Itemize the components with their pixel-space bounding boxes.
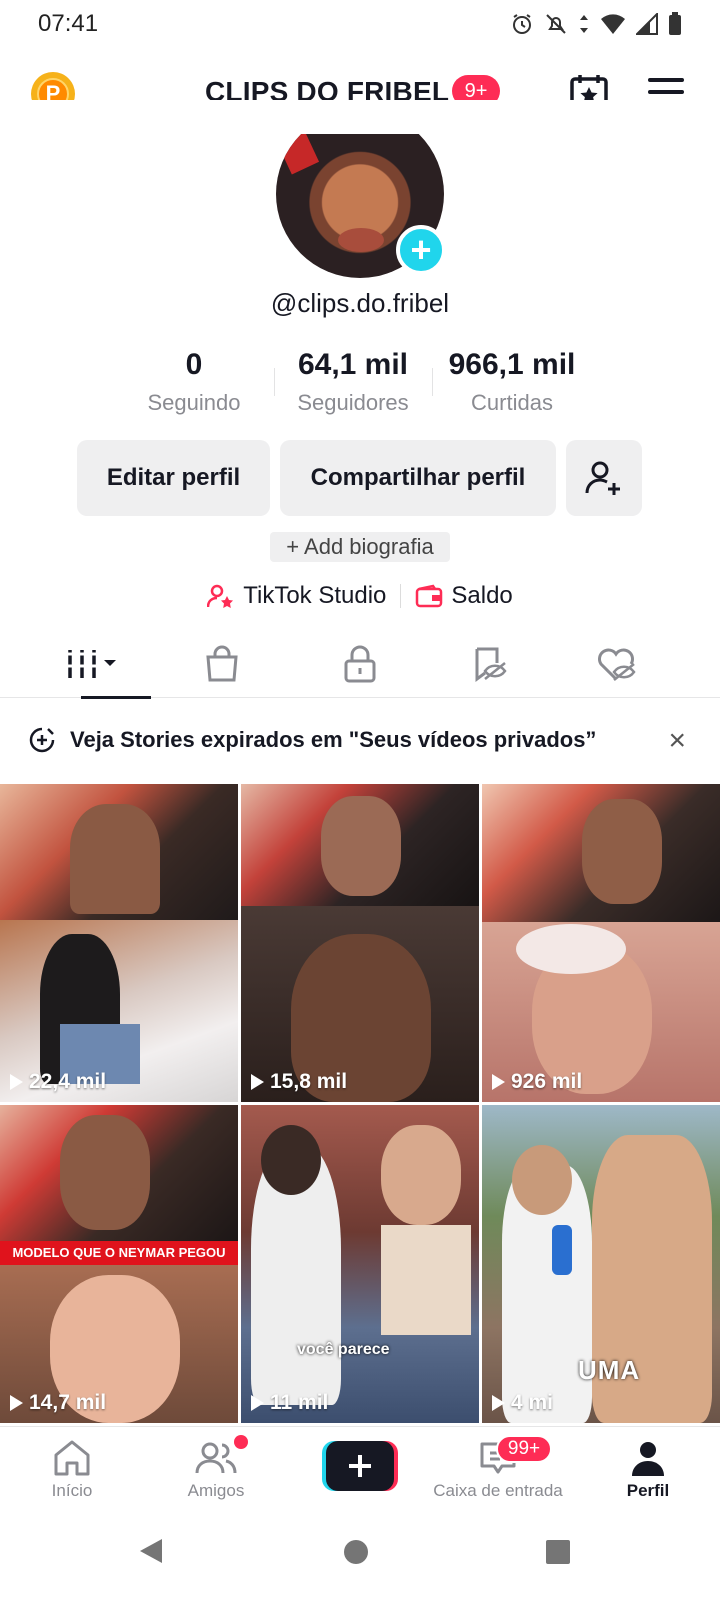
tab-private[interactable] [288,630,432,698]
tab-videos[interactable] [22,630,166,699]
videos-grid-icon [68,650,116,678]
status-icons [510,12,682,36]
header-mask [0,100,720,134]
nav-friends[interactable]: Amigos [144,1427,288,1523]
tab-liked[interactable] [544,630,688,698]
video-thumbnail[interactable]: 926 mil [482,784,720,1102]
expired-stories-banner[interactable]: Veja Stories expirados em "Seus vídeos p… [0,708,720,772]
video-thumbnail[interactable]: você parece 11 mil [241,1105,479,1423]
friends-icon [195,1442,237,1474]
view-count: 11 mil [251,1391,328,1415]
balance-label: Saldo [451,582,513,609]
home-icon [54,1440,90,1476]
tiktok-studio-link[interactable]: TikTok Studio [207,582,386,610]
home-circle-icon[interactable] [342,1538,370,1566]
play-icon [251,1395,264,1411]
view-count: 22,4 mil [10,1070,106,1094]
view-count: 14,7 mil [10,1391,106,1415]
play-icon [492,1074,505,1090]
play-icon [492,1395,505,1411]
video-caption: UMA [578,1355,641,1385]
video-caption: você parece [297,1341,390,1358]
plus-icon: + [410,229,432,270]
share-profile-button[interactable]: Compartilhar perfil [280,440,556,516]
stat-value: 966,1 mil [448,348,576,381]
battery-icon [669,12,681,35]
stat-following[interactable]: 0 Seguindo [114,348,274,416]
inbox-badge: 99+ [496,1435,552,1463]
link-divider [400,584,402,608]
add-bio-button[interactable]: + Add biografia [270,532,450,562]
stat-label: Seguidores [297,390,409,415]
add-friends-button[interactable] [566,440,642,516]
stat-value: 0 [185,348,203,381]
nav-label: Caixa de entrada [433,1481,563,1500]
add-circle-icon [29,727,55,753]
balance-link[interactable]: Saldo [415,582,513,610]
stat-label: Seguindo [147,390,241,415]
view-count: 15,8 mil [251,1070,347,1094]
close-icon[interactable]: × [668,724,686,758]
wallet-icon [416,584,443,608]
stat-label: Curtidas [471,390,553,415]
view-count: 926 mil [492,1070,582,1094]
video-caption: MODELO QUE O NEYMAR PEGOU [0,1241,238,1265]
lock-icon [344,645,376,683]
edit-profile-button[interactable]: Editar perfil [77,440,270,516]
nav-label: Início [51,1481,93,1500]
recents-icon[interactable] [544,1538,572,1566]
profile-stats: 0 Seguindo 64,1 mil Seguidores 966,1 mil… [120,348,600,418]
play-icon [251,1074,264,1090]
hidden-repost-icon [475,647,507,682]
video-thumbnail[interactable]: UMA 4 mi [482,1105,720,1423]
username: @clips.do.fribel [270,288,450,318]
video-thumbnail[interactable]: MODELO QUE O NEYMAR PEGOU 14,7 mil [0,1105,238,1423]
status-bar: 07:41 [0,0,720,48]
profile-icon [632,1442,664,1476]
status-time: 07:41 [38,10,99,37]
nav-label: Perfil [626,1481,670,1500]
banner-text: Veja Stories expirados em "Seus vídeos p… [70,727,597,752]
active-tab-indicator [81,696,151,699]
add-story-button[interactable]: + [396,225,446,275]
profile-links: TikTok Studio Saldo [0,578,720,614]
stat-followers[interactable]: 64,1 mil Seguidores [273,348,433,416]
create-plus-icon [322,1441,398,1491]
video-thumbnail[interactable]: 15,8 mil [241,784,479,1102]
user-star-icon [207,584,234,608]
mute-icon [546,14,566,34]
nav-label: Amigos [187,1481,245,1500]
tab-shop[interactable] [150,630,294,698]
signal-icon [636,13,658,35]
play-icon [10,1395,23,1411]
menu-icon [648,78,684,82]
create-button[interactable] [322,1441,398,1491]
view-count: 4 mi [492,1391,553,1415]
stat-value: 64,1 mil [297,348,409,381]
data-arrows-icon [580,15,588,33]
alarm-icon [513,14,531,34]
tab-reposts[interactable] [418,630,562,698]
video-thumbnail[interactable]: 22,4 mil [0,784,238,1102]
nav-home[interactable]: Início [0,1427,144,1523]
hidden-heart-icon [598,648,636,681]
wifi-icon [601,14,625,34]
nav-profile[interactable]: Perfil [576,1427,720,1523]
stat-likes[interactable]: 966,1 mil Curtidas [432,348,592,416]
shop-bag-icon [206,645,238,682]
play-icon [10,1074,23,1090]
bottom-navigation: Início Amigos Caixa de entrada 99+ Perfi… [0,1426,720,1522]
friends-notification-dot [234,1435,248,1449]
add-user-icon [585,461,620,495]
system-navigation [0,1522,720,1600]
back-icon[interactable] [136,1536,166,1566]
profile-tabs [0,630,720,699]
tiktok-studio-label: TikTok Studio [243,582,387,609]
